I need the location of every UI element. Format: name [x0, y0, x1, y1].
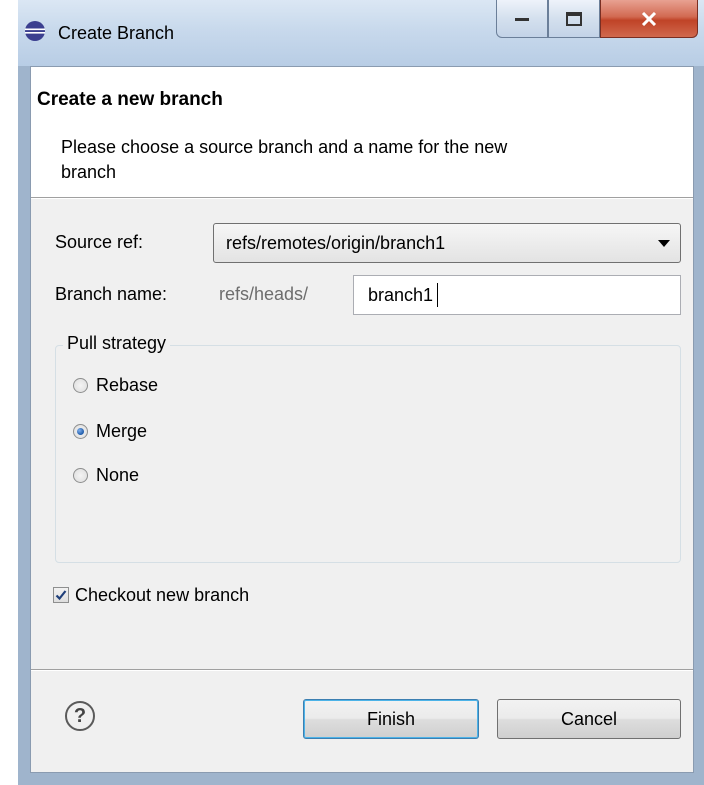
radio-rebase[interactable]: Rebase [73, 373, 158, 397]
maximize-button[interactable] [548, 0, 600, 38]
banner-title: Create a new branch [37, 89, 223, 110]
close-button[interactable] [600, 0, 698, 38]
checkout-new-branch-checkbox[interactable]: Checkout new branch [53, 583, 249, 607]
radio-button-selected[interactable] [73, 423, 88, 439]
branch-name-value: branch1 [368, 285, 434, 305]
help-icon: ? [73, 704, 87, 727]
eclipse-icon [25, 21, 45, 41]
branch-name-label: Branch name: [55, 284, 168, 304]
dialog-client-area: Create a new branch Please choose a sour… [30, 66, 694, 773]
minimize-icon [515, 17, 529, 21]
help-button[interactable]: ? [65, 701, 95, 731]
checkmark-icon [55, 590, 67, 601]
radio-merge-label: Merge [96, 420, 148, 441]
text-caret [437, 283, 438, 307]
source-ref-value: refs/remotes/origin/branch1 [226, 233, 446, 253]
checkout-label: Checkout new branch [75, 584, 250, 605]
radio-merge[interactable]: Merge [73, 419, 147, 443]
maximize-icon [566, 11, 582, 26]
finish-button[interactable]: Finish [303, 699, 479, 739]
radio-none-label: None [96, 464, 140, 485]
wizard-banner: Create a new branch Please choose a sour… [31, 67, 693, 197]
title-bar[interactable]: Create Branch [18, 0, 704, 66]
window-title: Create Branch [58, 23, 175, 43]
banner-description: Please choose a source branch and a name… [61, 137, 508, 182]
form-area: Source ref: refs/remotes/origin/branch1 … [31, 199, 693, 669]
radio-none[interactable]: None [73, 463, 139, 487]
radio-button[interactable] [73, 467, 88, 483]
close-icon [641, 11, 657, 26]
source-ref-label: Source ref: [55, 232, 144, 252]
checkbox[interactable] [53, 587, 69, 603]
branch-name-input[interactable]: branch1 [353, 275, 681, 315]
radio-button[interactable] [73, 377, 88, 393]
branch-prefix: refs/heads/ [219, 284, 309, 304]
minimize-button[interactable] [496, 0, 548, 38]
pull-strategy-title: Pull strategy [63, 333, 171, 354]
cancel-button[interactable]: Cancel [497, 699, 681, 739]
create-branch-window: Create Branch Create a new branch Please… [18, 0, 704, 785]
button-bar: ? Finish Cancel [31, 671, 693, 772]
source-ref-combo[interactable]: refs/remotes/origin/branch1 [213, 223, 681, 263]
chevron-down-icon [658, 240, 670, 247]
radio-rebase-label: Rebase [96, 374, 159, 395]
